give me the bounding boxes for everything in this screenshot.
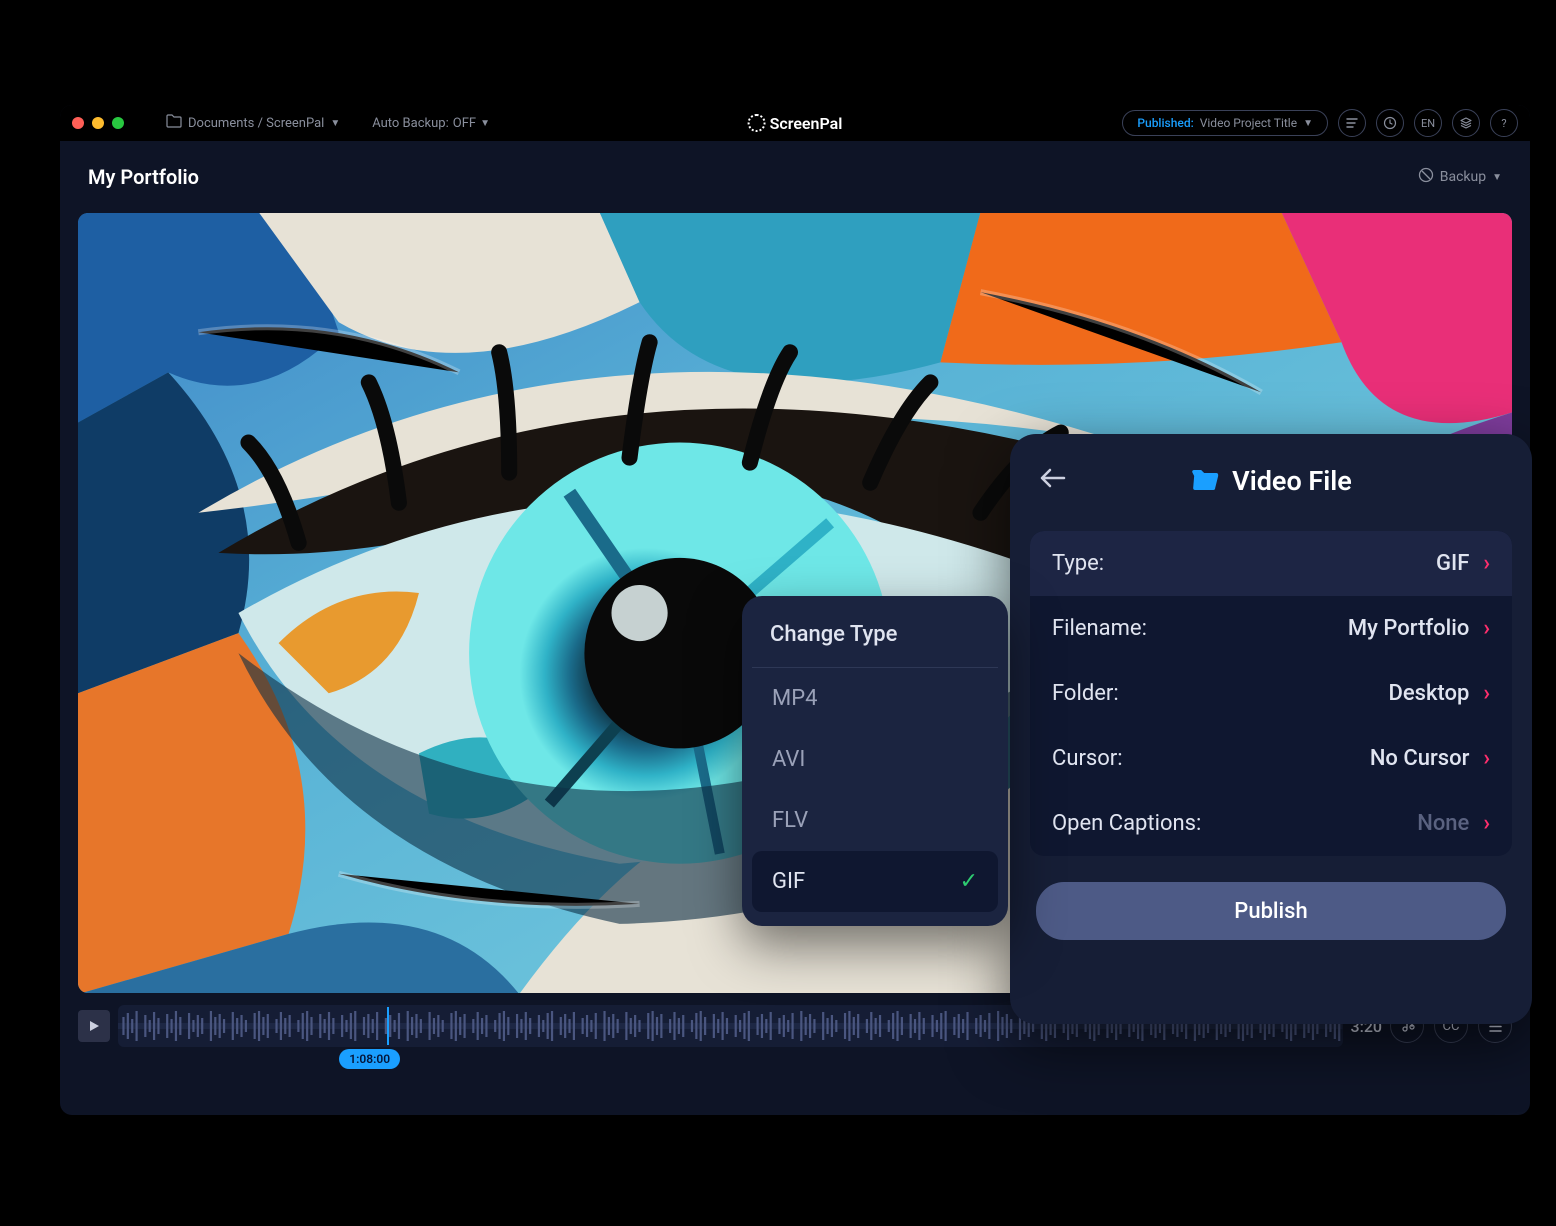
chevron-right-icon: › [1483, 551, 1490, 576]
row-type[interactable]: Type: GIF › [1030, 531, 1512, 596]
panel-rows: Type: GIF › Filename: My Portfolio › Folde… [1030, 531, 1512, 856]
minimize-window-button[interactable] [92, 117, 104, 129]
publish-status-dropdown[interactable]: Published: Video Project Title ▼ [1122, 110, 1328, 136]
value-type: GIF [1436, 551, 1469, 576]
publish-title: Video Project Title [1200, 116, 1297, 130]
breadcrumb[interactable]: Documents / ScreenPal ▼ [166, 114, 340, 132]
type-option-avi[interactable]: AVI [752, 729, 998, 790]
help-icon[interactable]: ? [1490, 109, 1518, 137]
row-folder[interactable]: Folder: Desktop › [1030, 661, 1512, 726]
chevron-down-icon: ▼ [480, 118, 490, 129]
history-icon[interactable] [1376, 109, 1404, 137]
backup-button[interactable]: Backup ▼ [1418, 167, 1502, 187]
label-type: Type: [1052, 551, 1104, 576]
breadcrumb-path: Documents / ScreenPal [188, 116, 324, 131]
autobackup-value: OFF [453, 116, 476, 131]
row-filename[interactable]: Filename: My Portfolio › [1030, 596, 1512, 661]
row-open-captions[interactable]: Open Captions: None › [1030, 791, 1512, 856]
autobackup-label: Auto Backup: [372, 116, 449, 131]
panel-header: Video File [1030, 464, 1512, 497]
traffic-lights [72, 117, 124, 129]
layers-icon[interactable] [1452, 109, 1480, 137]
option-label: AVI [772, 747, 805, 772]
chevron-right-icon: › [1483, 746, 1490, 771]
current-time-badge: 1:08:00 [339, 1049, 400, 1069]
chevron-right-icon: › [1483, 616, 1490, 641]
check-icon: ✓ [960, 869, 978, 894]
value-folder: Desktop [1388, 681, 1469, 706]
close-window-button[interactable] [72, 117, 84, 129]
type-option-gif[interactable]: GIF ✓ [752, 851, 998, 912]
row-cursor[interactable]: Cursor: No Cursor › [1030, 726, 1512, 791]
titlebar-right: Published: Video Project Title ▼ EN ? [1122, 109, 1518, 137]
option-label: MP4 [772, 686, 817, 711]
value-captions: None [1417, 811, 1469, 836]
label-cursor: Cursor: [1052, 746, 1123, 771]
content-header: My Portfolio Backup ▼ [60, 141, 1530, 213]
option-label: GIF [772, 869, 805, 894]
play-button[interactable] [78, 1010, 110, 1042]
publish-label: Publish [1234, 899, 1307, 924]
option-label: FLV [772, 808, 808, 833]
maximize-window-button[interactable] [112, 117, 124, 129]
label-captions: Open Captions: [1052, 811, 1201, 836]
publish-status: Published: [1137, 116, 1193, 130]
autobackup-toggle[interactable]: Auto Backup: OFF ▼ [372, 116, 490, 131]
brand-logo: ScreenPal [748, 114, 843, 133]
chevron-right-icon: › [1483, 681, 1490, 706]
change-type-popup: Change Type MP4 AVI FLV GIF ✓ [742, 596, 1008, 926]
titlebar: Documents / ScreenPal ▼ Auto Backup: OFF… [60, 105, 1530, 141]
chevron-down-icon: ▼ [1492, 172, 1502, 183]
panel-title: Video File [1232, 465, 1352, 497]
value-filename: My Portfolio [1348, 616, 1469, 641]
popup-title: Change Type [752, 622, 998, 668]
playhead[interactable] [387, 1007, 389, 1045]
chevron-down-icon: ▼ [330, 118, 340, 129]
label-folder: Folder: [1052, 681, 1119, 706]
backup-label: Backup [1440, 169, 1486, 185]
no-backup-icon [1418, 167, 1434, 187]
brand-name: ScreenPal [770, 114, 843, 133]
video-file-panel: Video File Type: GIF › Filename: My Portf… [1010, 434, 1532, 1024]
type-option-mp4[interactable]: MP4 [752, 668, 998, 729]
chevron-down-icon: ▼ [1303, 118, 1313, 129]
value-cursor: No Cursor [1370, 746, 1470, 771]
list-icon[interactable] [1338, 109, 1366, 137]
folder-icon [166, 114, 182, 132]
language-label: EN [1421, 117, 1435, 130]
label-filename: Filename: [1052, 616, 1147, 641]
type-option-flv[interactable]: FLV [752, 790, 998, 851]
folder-open-icon [1190, 466, 1220, 496]
logo-icon [748, 114, 766, 132]
project-title: My Portfolio [88, 165, 199, 189]
publish-button[interactable]: Publish [1036, 882, 1506, 940]
back-arrow-icon[interactable] [1038, 464, 1068, 497]
language-button[interactable]: EN [1414, 109, 1442, 137]
chevron-right-icon: › [1483, 811, 1490, 836]
